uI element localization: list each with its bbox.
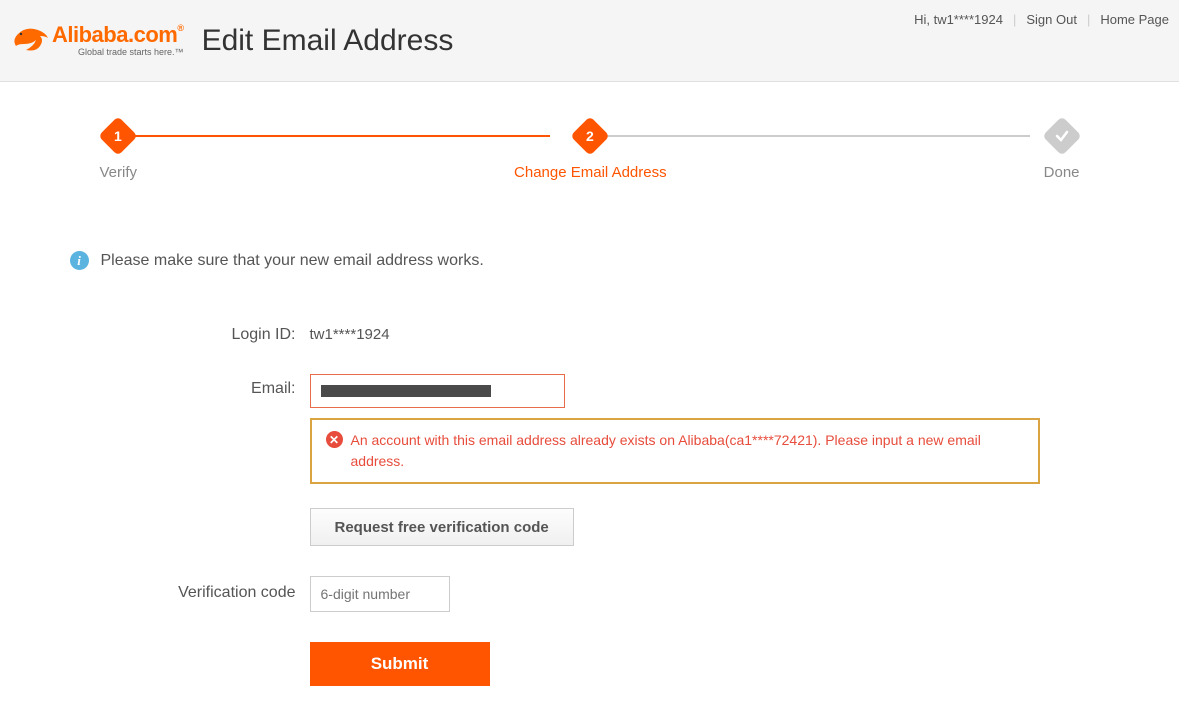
step-1-marker: 1 xyxy=(98,116,138,156)
step-3-label: Done xyxy=(1044,164,1080,181)
home-page-link[interactable]: Home Page xyxy=(1100,12,1169,27)
header-bar: Alibaba.com® Global trade starts here.™ … xyxy=(0,0,1179,82)
alibaba-logo[interactable]: Alibaba.com® Global trade starts here.™ xyxy=(10,24,184,57)
step-3-marker xyxy=(1042,116,1082,156)
submit-button[interactable]: Submit xyxy=(310,642,490,686)
error-text: An account with this email address alrea… xyxy=(351,430,1024,472)
error-message-box: ✕ An account with this email address alr… xyxy=(310,418,1040,484)
separator: | xyxy=(1087,12,1090,27)
login-id-row: Login ID: tw1****1924 xyxy=(170,320,1110,344)
step-line-1 xyxy=(130,135,550,137)
check-icon xyxy=(1055,129,1069,143)
logo-tagline: Global trade starts here.™ xyxy=(78,48,184,57)
step-2-label: Change Email Address xyxy=(514,164,667,181)
logo-registered: ® xyxy=(177,24,183,33)
email-row: Email: ✕ An account with this email addr… xyxy=(170,374,1110,484)
logo-text-com: .com xyxy=(128,24,177,46)
logo-text-main: Alibaba xyxy=(52,24,128,46)
login-id-value: tw1****1924 xyxy=(310,320,390,343)
email-form: Login ID: tw1****1924 Email: ✕ An accoun… xyxy=(70,320,1110,686)
step-1-number: 1 xyxy=(114,128,122,144)
progress-steps: 1 Verify 2 Change Email Address Done xyxy=(70,122,1110,181)
email-field[interactable] xyxy=(310,374,565,408)
redacted-email-value xyxy=(321,385,491,397)
info-icon: i xyxy=(70,251,89,270)
step-2-number: 2 xyxy=(586,128,594,144)
verification-code-input[interactable] xyxy=(310,576,450,612)
step-change-email: 2 Change Email Address xyxy=(490,122,690,181)
submit-row: Submit xyxy=(170,642,1110,686)
header-right-nav: Hi, tw1****1924 | Sign Out | Home Page xyxy=(914,12,1169,27)
page-title: Edit Email Address xyxy=(202,24,454,58)
login-id-label: Login ID: xyxy=(170,320,310,344)
verification-code-label: Verification code xyxy=(170,576,310,602)
error-icon: ✕ xyxy=(326,431,343,448)
step-2-marker: 2 xyxy=(571,116,611,156)
separator: | xyxy=(1013,12,1016,27)
email-label: Email: xyxy=(170,374,310,398)
info-message: i Please make sure that your new email a… xyxy=(70,251,1110,270)
request-code-row: Request free verification code xyxy=(170,508,1110,546)
alibaba-logo-icon xyxy=(10,24,52,56)
verification-code-row: Verification code xyxy=(170,576,1110,612)
request-code-button[interactable]: Request free verification code xyxy=(310,508,574,546)
step-done: Done xyxy=(1044,122,1080,181)
step-verify: 1 Verify xyxy=(100,122,138,181)
step-1-label: Verify xyxy=(100,164,138,181)
info-text: Please make sure that your new email add… xyxy=(101,252,484,270)
sign-out-link[interactable]: Sign Out xyxy=(1026,12,1077,27)
main-content: 1 Verify 2 Change Email Address Done i P… xyxy=(70,82,1110,686)
user-greeting: Hi, tw1****1924 xyxy=(914,12,1003,27)
